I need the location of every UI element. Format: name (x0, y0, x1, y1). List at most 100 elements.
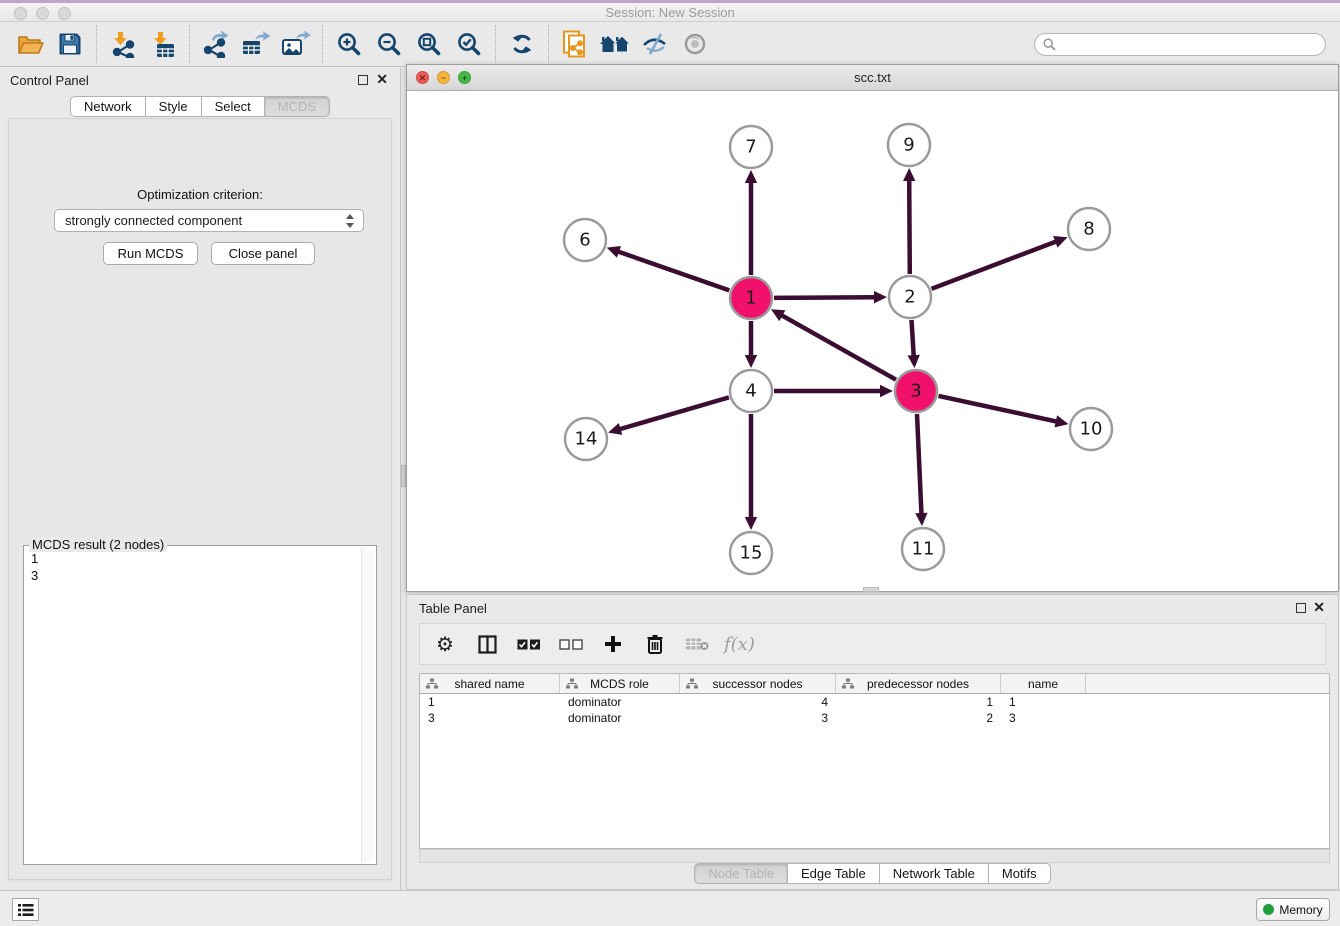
column-header-MCDS-role[interactable]: MCDS role (560, 674, 680, 693)
refresh-icon[interactable] (502, 25, 542, 63)
graph-edge-arrowhead (607, 246, 621, 258)
import-table-icon[interactable] (143, 25, 183, 63)
graph-edge[interactable] (909, 179, 910, 274)
mcds-result-box: MCDS result (2 nodes) 1 3 (23, 545, 377, 865)
graph-edge-arrowhead (745, 170, 757, 183)
delete-table-icon (682, 629, 712, 659)
network-canvas[interactable]: 7968124314101511 (407, 91, 1338, 591)
apply-function-icon: f(x) (724, 629, 755, 659)
column-header-shared-name[interactable]: shared name (420, 674, 560, 693)
table-header-row: shared nameMCDS rolesuccessor nodesprede… (420, 674, 1329, 694)
graph-edge[interactable] (617, 251, 729, 290)
result-scrollbar[interactable] (361, 548, 374, 862)
toolbar-separator (495, 25, 496, 63)
float-table-panel-icon[interactable] (1296, 603, 1306, 613)
home-icon[interactable] (595, 25, 635, 63)
open-session-icon[interactable] (10, 25, 50, 63)
tab-node-table[interactable]: Node Table (694, 863, 788, 884)
column-header-successor-nodes[interactable]: successor nodes (680, 674, 836, 693)
tab-select[interactable]: Select (202, 96, 265, 117)
export-image-icon[interactable] (276, 25, 316, 63)
run-mcds-button[interactable]: Run MCDS (103, 242, 198, 265)
table-cell[interactable]: 3 (420, 710, 560, 726)
graph-node-label: 14 (575, 429, 598, 450)
import-network-icon[interactable] (103, 25, 143, 63)
graph-edge-arrowhead (874, 291, 887, 303)
graph-node-label: 7 (745, 137, 756, 158)
table-cell[interactable]: 1 (836, 694, 1001, 710)
network-window-titlebar[interactable]: ✕ − + scc.txt (407, 65, 1338, 91)
delete-column-trash-icon[interactable] (640, 629, 670, 659)
graph-edge[interactable] (939, 396, 1058, 422)
table-tabs: Node TableEdge TableNetwork TableMotifs (407, 863, 1338, 884)
table-cell[interactable]: dominator (560, 710, 680, 726)
task-history-button[interactable] (12, 898, 39, 921)
graph-edge[interactable] (781, 315, 896, 380)
graph-edge-arrowhead (745, 517, 757, 530)
export-table-icon[interactable] (236, 25, 276, 63)
export-network-icon[interactable] (196, 25, 236, 63)
search-box[interactable] (1034, 33, 1326, 56)
graph-edge-arrowhead (880, 385, 893, 397)
split-view-icon[interactable] (472, 629, 502, 659)
network-overview-icon[interactable] (555, 25, 595, 63)
table-cell[interactable]: 2 (836, 710, 1001, 726)
graph-edge[interactable] (619, 397, 729, 429)
column-header-predecessor-nodes[interactable]: predecessor nodes (836, 674, 1001, 693)
main-titlebar: Session: New Session (0, 0, 1340, 22)
zoom-selected-icon[interactable] (449, 25, 489, 63)
table-panel: Table Panel ✕ ⚙ (406, 594, 1339, 890)
graph-edge[interactable] (917, 414, 922, 515)
table-cell[interactable]: 4 (680, 694, 836, 710)
session-title: Session: New Session (0, 5, 1340, 20)
close-panel-button[interactable]: Close panel (211, 242, 315, 265)
column-settings-gear-icon[interactable]: ⚙ (430, 629, 460, 659)
tab-mcds[interactable]: MCDS (265, 96, 330, 117)
table-cell[interactable]: 1 (420, 694, 560, 710)
table-cell[interactable]: 3 (680, 710, 836, 726)
tab-style[interactable]: Style (146, 96, 202, 117)
control-panel-title: Control Panel (10, 73, 89, 88)
deselect-all-columns-icon[interactable] (556, 629, 586, 659)
node-table: shared nameMCDS rolesuccessor nodesprede… (419, 673, 1330, 849)
dropdown-stepper-icon (345, 214, 355, 228)
graph-edge[interactable] (774, 297, 876, 298)
mcds-result-title: MCDS result (2 nodes) (29, 537, 167, 552)
table-cell[interactable]: 1 (1001, 694, 1086, 710)
close-table-panel-icon[interactable]: ✕ (1313, 600, 1325, 614)
graph-edge[interactable] (932, 241, 1058, 289)
table-row[interactable]: 3dominator323 (420, 710, 1329, 726)
memory-button[interactable]: Memory (1256, 898, 1330, 921)
tab-network[interactable]: Network (70, 96, 146, 117)
select-all-columns-icon[interactable] (514, 629, 544, 659)
hide-panels-eye-icon[interactable] (635, 25, 675, 63)
zoom-fit-icon[interactable] (409, 25, 449, 63)
add-column-icon[interactable] (598, 629, 628, 659)
canvas-resize-handle[interactable] (863, 587, 879, 592)
close-panel-icon[interactable]: ✕ (376, 72, 388, 86)
zoom-out-icon[interactable] (369, 25, 409, 63)
criterion-dropdown[interactable]: strongly connected component (54, 209, 364, 232)
graph-node-label: 9 (903, 135, 914, 156)
tab-edge-table[interactable]: Edge Table (788, 863, 880, 884)
show-panels-eye-icon[interactable] (675, 25, 715, 63)
table-cell[interactable]: dominator (560, 694, 680, 710)
graph-edge-arrowhead (1055, 415, 1069, 427)
table-horizontal-scrollbar[interactable] (419, 849, 1330, 863)
save-session-icon[interactable] (50, 25, 90, 63)
search-input[interactable] (1061, 37, 1317, 51)
float-panel-icon[interactable] (358, 75, 368, 85)
memory-status-icon (1263, 904, 1274, 915)
column-header-name[interactable]: name (1001, 674, 1086, 693)
tab-motifs[interactable]: Motifs (989, 863, 1051, 884)
list-icon (18, 903, 34, 917)
tab-network-table[interactable]: Network Table (880, 863, 989, 884)
table-cell[interactable]: 3 (1001, 710, 1086, 726)
graph-edge[interactable] (912, 320, 914, 357)
zoom-in-icon[interactable] (329, 25, 369, 63)
toolbar-separator (96, 25, 97, 63)
search-icon (1043, 38, 1056, 51)
graph-edge-arrowhead (745, 355, 757, 368)
status-bar: Memory (0, 890, 1340, 926)
table-row[interactable]: 1dominator411 (420, 694, 1329, 710)
